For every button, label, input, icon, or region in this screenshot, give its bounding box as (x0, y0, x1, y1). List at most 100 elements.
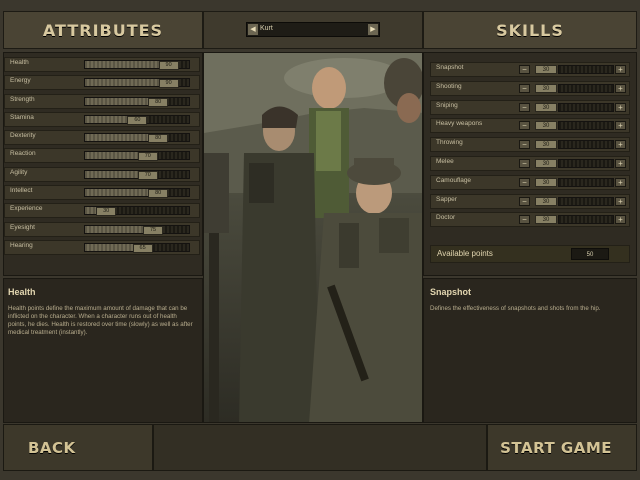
skill-label: Sniping (436, 101, 458, 109)
skill-row-sapper: Sapper −30 + (430, 193, 630, 209)
attribute-label: Hearing (10, 241, 33, 249)
skill-label: Doctor (436, 214, 456, 222)
skill-value: 30 (535, 196, 557, 206)
attribute-bar: 70 (84, 169, 190, 180)
skill-value: 30 (535, 177, 557, 187)
skill-label: Camouflage (436, 176, 472, 184)
attribute-label: Strength (10, 95, 35, 103)
attribute-description-text: Health points define the maximum amount … (8, 305, 193, 336)
skill-label: Heavy weapons (436, 120, 483, 128)
skill-value: 30 (535, 140, 557, 150)
attribute-value: 90 (158, 61, 179, 70)
attribute-row-intellect: Intellect 80 (4, 185, 200, 201)
skill-bar (558, 83, 614, 93)
minus-icon[interactable]: − (519, 121, 530, 131)
skill-row-melee: Melee −30 + (430, 155, 630, 171)
skill-label: Melee (436, 157, 454, 165)
attribute-bar: 80 (84, 188, 190, 199)
attribute-description-panel (3, 278, 203, 423)
attribute-bar: 30 (84, 206, 190, 217)
skill-row-camouflage: Camouflage −30 + (430, 174, 630, 190)
attribute-label: Agility (10, 168, 28, 176)
attribute-bar: 70 (84, 151, 190, 162)
attribute-value: 60 (127, 115, 148, 125)
attribute-label: Stamina (10, 113, 34, 121)
minus-icon[interactable]: − (519, 83, 530, 93)
plus-icon[interactable]: + (615, 158, 626, 168)
minus-icon[interactable]: − (519, 102, 530, 112)
attribute-bar: 75 (84, 224, 190, 235)
plus-icon[interactable]: + (615, 140, 626, 150)
attribute-row-experience: Experience 30 (4, 203, 200, 219)
prev-character-arrow-icon[interactable]: ◀ (248, 24, 258, 35)
skill-row-heavy-weapons: Heavy weapons −30 + (430, 118, 630, 134)
attribute-bar: 80 (84, 133, 190, 144)
skill-bar (558, 177, 614, 187)
skill-bar (558, 102, 614, 112)
attribute-label: Health (10, 59, 29, 66)
attribute-value: 80 (148, 97, 169, 107)
plus-icon[interactable]: + (615, 215, 626, 225)
start-game-button[interactable]: START GAME (487, 424, 637, 471)
attribute-bar: 60 (84, 114, 190, 125)
character-portrait (203, 52, 423, 423)
attribute-label: Energy (10, 77, 31, 85)
attribute-row-strength: Strength 80 (4, 93, 200, 109)
attribute-value: 90 (158, 79, 179, 89)
plus-icon[interactable]: + (615, 65, 626, 74)
skill-bar (558, 196, 614, 206)
attribute-value: 80 (148, 189, 169, 199)
attributes-header: ATTRIBUTES (3, 11, 203, 49)
attribute-value: 80 (148, 134, 169, 144)
skill-bar (558, 158, 614, 168)
skill-row-sniping: Sniping −30 + (430, 99, 630, 115)
skill-row-snapshot: Snapshot −30 + (430, 62, 630, 77)
attribute-bar: 90 (84, 78, 190, 89)
skill-value: 30 (535, 83, 557, 93)
plus-icon[interactable]: + (615, 177, 626, 187)
next-character-arrow-icon[interactable]: ▶ (368, 24, 378, 35)
attribute-row-stamina: Stamina 60 (4, 111, 200, 127)
attribute-row-agility: Agility 70 (4, 166, 200, 182)
plus-icon[interactable]: + (615, 102, 626, 112)
available-points-value: 50 (571, 248, 609, 260)
available-points-label: Available points (437, 249, 493, 258)
skill-value: 30 (535, 158, 557, 168)
attribute-bar: 80 (84, 96, 190, 107)
attribute-value: 70 (137, 152, 158, 162)
skill-label: Shooting (436, 82, 462, 90)
minus-icon[interactable]: − (519, 65, 530, 74)
attribute-description-title: Health (8, 287, 36, 297)
minus-icon[interactable]: − (519, 196, 530, 206)
footer-bar (153, 424, 487, 471)
attribute-value: 30 (96, 207, 117, 217)
skill-label: Sapper (436, 195, 457, 203)
character-selector[interactable]: ◀ Kurt ▶ (246, 22, 380, 37)
skills-header: SKILLS (423, 11, 637, 49)
attribute-row-health: Health 90 (4, 57, 200, 72)
attribute-label: Reaction (10, 150, 36, 158)
skill-value: 30 (535, 121, 557, 131)
skill-row-shooting: Shooting −30 + (430, 80, 630, 96)
character-name: Kurt (260, 25, 273, 32)
skill-value: 30 (535, 215, 557, 225)
attribute-row-hearing: Hearing 65 (4, 239, 200, 255)
attribute-label: Eyesight (10, 223, 35, 231)
skill-description-text: Defines the effectiveness of snapshots a… (430, 305, 601, 312)
attribute-row-eyesight: Eyesight 75 (4, 221, 200, 237)
attribute-value: 75 (143, 225, 163, 235)
skill-bar (558, 121, 614, 131)
back-button[interactable]: BACK (3, 424, 153, 471)
skill-value: 30 (535, 102, 557, 112)
minus-icon[interactable]: − (519, 140, 530, 150)
start-game-label: START GAME (500, 438, 612, 457)
attribute-bar: 90 (84, 60, 190, 70)
plus-icon[interactable]: + (615, 83, 626, 93)
minus-icon[interactable]: − (519, 177, 530, 187)
skill-description-title: Snapshot (430, 287, 472, 297)
available-points: Available points 50 (430, 245, 630, 263)
plus-icon[interactable]: + (615, 196, 626, 206)
plus-icon[interactable]: + (615, 121, 626, 131)
minus-icon[interactable]: − (519, 215, 530, 225)
minus-icon[interactable]: − (519, 158, 530, 168)
